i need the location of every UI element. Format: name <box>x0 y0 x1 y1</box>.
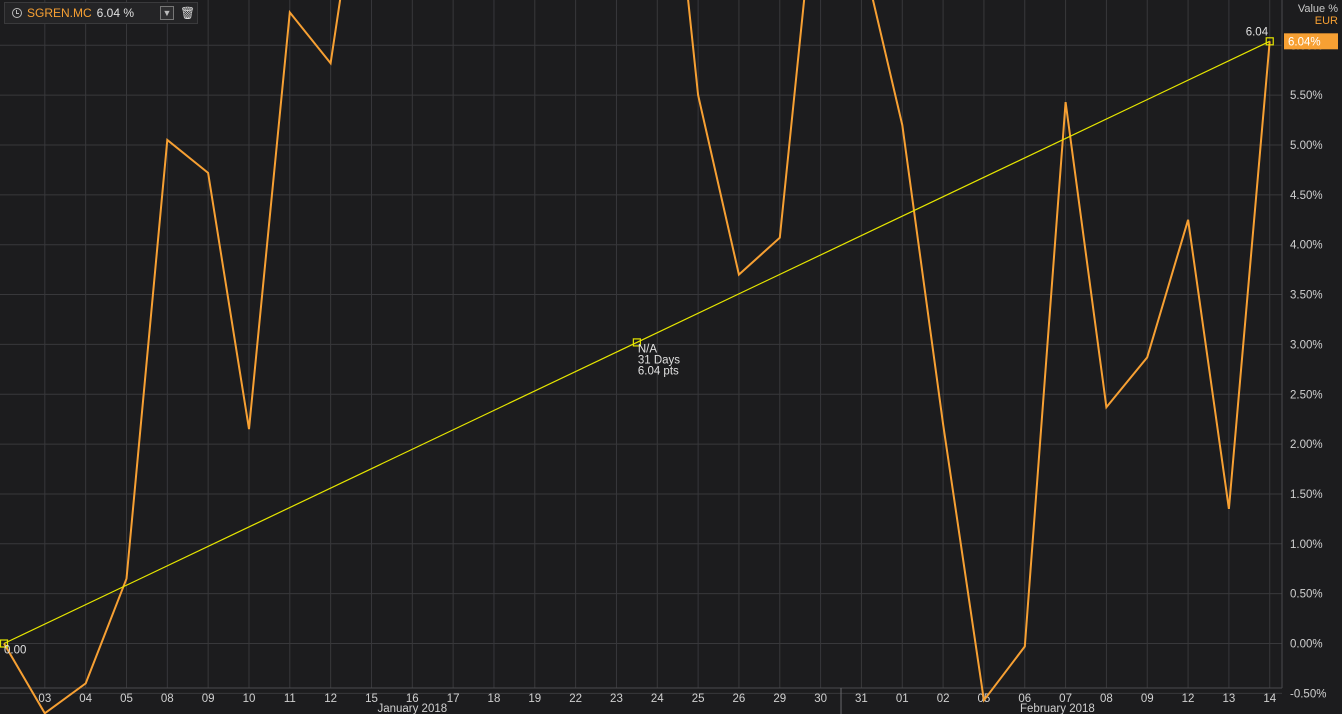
x-tick-label: 13 <box>1223 693 1236 705</box>
legend-box[interactable]: SGREN.MC 6.04 % ▼ 🗑 <box>4 2 198 24</box>
y-tick-label: 1.00% <box>1290 539 1323 551</box>
axis-labels: -0.50% 0.00% 0.50% 1.00% 1.50% 2.00% 2.50% 3.00… <box>38 0 1338 714</box>
legend-ric[interactable]: SGREN.MC <box>27 6 92 20</box>
chevron-down-icon[interactable]: ▼ <box>160 6 174 20</box>
x-tick-label: 19 <box>528 693 541 705</box>
x-tick-label: 29 <box>773 693 786 705</box>
x-tick-label: 05 <box>120 693 133 705</box>
x-tick-label: 12 <box>1182 693 1195 705</box>
trend-end-label: 6.04 <box>1246 26 1269 38</box>
legend-value: 6.04 % <box>96 6 135 20</box>
x-tick-label: 17 <box>447 693 460 705</box>
x-tick-label: 18 <box>488 693 501 705</box>
y-tick-label: 4.00% <box>1290 240 1323 252</box>
y-tick-label: 2.00% <box>1290 439 1323 451</box>
x-tick-label: 15 <box>365 693 378 705</box>
x-tick-label: 09 <box>202 693 215 705</box>
x-tick-label: 23 <box>610 693 623 705</box>
y-tick-label: 5.50% <box>1290 90 1323 102</box>
x-tick-label: 30 <box>814 693 827 705</box>
x-tick-label: 01 <box>896 693 909 705</box>
y-tick-label: 1.50% <box>1290 489 1323 501</box>
y-tick-label: 3.50% <box>1290 290 1323 302</box>
x-tick-label: 04 <box>79 693 92 705</box>
y-tick-label: 3.00% <box>1290 339 1323 351</box>
series-layer <box>3 0 1271 714</box>
current-value-label: 6.04% <box>1288 36 1321 48</box>
x-tick-label: 10 <box>243 693 256 705</box>
price-chart[interactable]: -0.50% 0.00% 0.50% 1.00% 1.50% 2.00% 2.50% 3.00… <box>0 0 1342 714</box>
x-tick-label: 08 <box>161 693 174 705</box>
x-tick-label: 09 <box>1141 693 1154 705</box>
y-tick-label: 5.00% <box>1290 140 1323 152</box>
y-axis-currency: EUR <box>1314 15 1338 27</box>
trash-icon[interactable]: 🗑 <box>180 5 195 21</box>
trendline <box>3 40 1270 645</box>
x-tick-label: 08 <box>1100 693 1113 705</box>
clock-icon <box>12 8 22 18</box>
y-tick-label: 0.50% <box>1290 589 1323 601</box>
x-tick-label: 14 <box>1263 693 1276 705</box>
x-tick-label: 22 <box>569 693 582 705</box>
trend-start-label: 0.00 <box>4 645 26 657</box>
x-tick-label: 25 <box>692 693 705 705</box>
x-tick-label: 03 <box>38 693 51 705</box>
series-line <box>3 0 1271 714</box>
x-tick-label: 11 <box>284 693 296 705</box>
x-tick-label: 26 <box>733 693 746 705</box>
trend-mid-label: 6.04 pts <box>638 365 679 377</box>
x-tick-label: 31 <box>855 693 868 705</box>
y-tick-label: -0.50% <box>1290 688 1326 700</box>
x-tick-label: 12 <box>324 693 337 705</box>
x-tick-label: 24 <box>651 693 664 705</box>
y-tick-label: 2.50% <box>1290 389 1323 401</box>
x-tick-label: 02 <box>937 693 950 705</box>
y-tick-label: 0.00% <box>1290 639 1323 651</box>
y-axis-title: Value % <box>1297 3 1338 15</box>
month-label: February 2018 <box>1020 703 1095 714</box>
trendline-layer: 0.006.04N/A31 Days6.04 pts <box>0 26 1274 657</box>
month-label: January 2018 <box>377 703 447 714</box>
y-tick-label: 4.50% <box>1290 190 1323 202</box>
